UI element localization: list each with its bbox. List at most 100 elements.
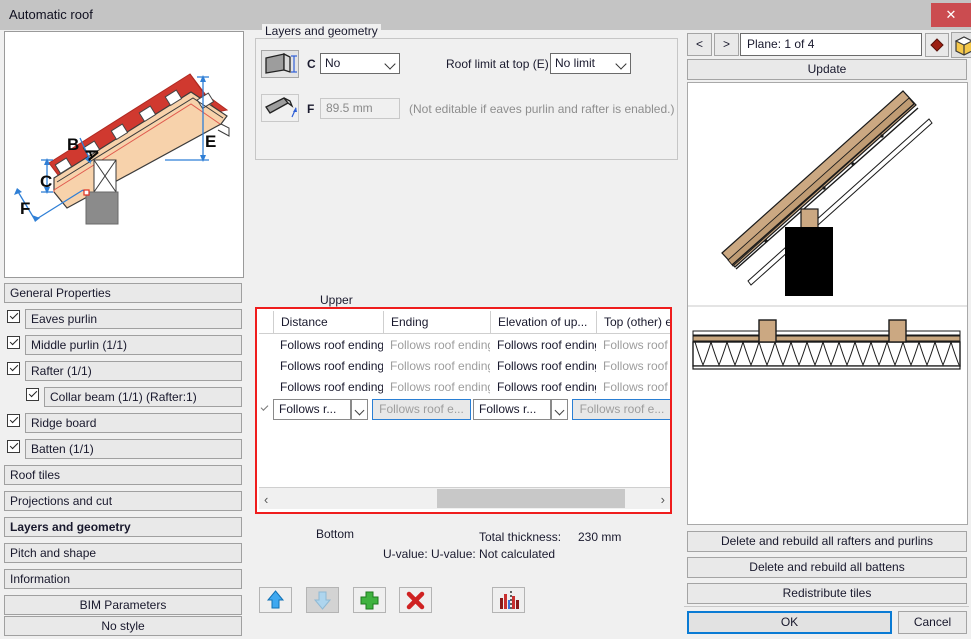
sidebar-item-eaves-purlin[interactable]: Eaves purlin <box>25 309 242 329</box>
checkbox-middle-purlin[interactable] <box>7 336 20 349</box>
sidebar-item-middle-purlin[interactable]: Middle purlin (1/1) <box>25 335 242 355</box>
delete-rebuild-battens-button[interactable]: Delete and rebuild all battens <box>687 557 967 578</box>
layer-thickness-glyph <box>262 51 298 77</box>
checkbox-collar-beam[interactable] <box>26 388 39 401</box>
sidebar-item-batten[interactable]: Batten (1/1) <box>25 439 242 459</box>
checkbox-ridge-board[interactable] <box>7 414 20 427</box>
layer-offset-icon[interactable] <box>261 94 299 122</box>
left-panel: B C E F A General Properties Eaves purli… <box>3 31 247 636</box>
bim-parameters-button[interactable]: BIM Parameters <box>4 595 242 615</box>
svg-text:E: E <box>205 132 216 151</box>
sidebar-item-label: Layers and geometry <box>10 520 131 534</box>
window-titlebar: Automatic roof ✕ <box>0 0 971 30</box>
cell-elevation: Follows roof ending <box>490 335 596 356</box>
delete-rebuild-rafters-button[interactable]: Delete and rebuild all rafters and purli… <box>687 531 967 552</box>
cell-ending: Follows roof ending <box>383 377 490 398</box>
layer-f-hint: (Not editable if eaves purlin and rafter… <box>409 102 674 116</box>
sidebar-item-information[interactable]: Information <box>4 569 242 589</box>
cell-elevation: Follows roof ending <box>490 377 596 398</box>
column-header-elevation[interactable]: Elevation of up... <box>490 311 596 333</box>
layer-thickness-icon[interactable] <box>261 50 299 78</box>
checkbox-batten[interactable] <box>7 440 20 453</box>
edit-distance-dropdown[interactable] <box>351 399 368 420</box>
move-down-button <box>306 587 339 613</box>
cancel-button[interactable]: Cancel <box>898 611 967 634</box>
layers-table-highlight: Distance Ending Elevation of up... Top (… <box>255 307 672 514</box>
scroll-left-icon[interactable]: ‹ <box>264 492 268 507</box>
row-select-check-icon[interactable] <box>261 404 271 414</box>
roof-section-preview: B C E F A <box>4 31 244 278</box>
sidebar-item-projections-and-cut[interactable]: Projections and cut <box>4 491 242 511</box>
edit-ending-button[interactable]: Follows roof e... <box>372 399 471 420</box>
plus-icon <box>354 588 385 612</box>
previous-plane-button[interactable]: < <box>687 33 712 56</box>
move-up-button[interactable] <box>259 587 292 613</box>
sidebar-item-label: General Properties <box>10 286 111 300</box>
layer-c-value: No <box>325 56 340 70</box>
chart-button[interactable] <box>492 587 525 613</box>
ok-button[interactable]: OK <box>687 611 892 634</box>
scroll-right-icon[interactable]: › <box>661 492 665 507</box>
footer-divider <box>684 606 969 607</box>
next-plane-button[interactable]: > <box>714 33 739 56</box>
edit-distance-combo[interactable]: Follows r... <box>273 399 351 420</box>
column-header-distance[interactable]: Distance <box>273 311 383 333</box>
cross-icon <box>400 588 431 612</box>
layer-c-letter: C <box>307 57 316 71</box>
roof-limit-select[interactable]: No limit <box>550 53 631 74</box>
no-style-button[interactable]: No style <box>4 616 242 636</box>
bar-chart-icon <box>493 588 524 612</box>
u-value-text: U-value: U-value: Not calculated <box>383 547 555 561</box>
cell-distance: Follows roof ending <box>273 356 383 377</box>
right-panel: < > Plane: 1 of 4 Update <box>684 31 969 636</box>
cell-top-other: Follows roof ending <box>596 377 670 398</box>
material-button[interactable] <box>925 33 949 57</box>
sidebar-item-general-properties[interactable]: General Properties <box>4 283 242 303</box>
delete-layer-button[interactable] <box>399 587 432 613</box>
edit-elevation-combo[interactable]: Follows r... <box>473 399 551 420</box>
table-header-row: Distance Ending Elevation of up... Top (… <box>259 311 670 334</box>
no-style-label: No style <box>101 619 144 633</box>
sidebar-item-layers-and-geometry[interactable]: Layers and geometry <box>4 517 242 537</box>
cell-elevation: Follows roof ending <box>490 356 596 377</box>
column-header-ending[interactable]: Ending <box>383 311 490 333</box>
sidebar-item-collar-beam[interactable]: Collar beam (1/1) (Rafter:1) <box>44 387 242 407</box>
table-horizontal-scrollbar[interactable]: ‹ › <box>259 487 670 509</box>
update-button[interactable]: Update <box>687 59 967 80</box>
window-title: Automatic roof <box>9 7 93 22</box>
roof-section-drawing: B C E F A <box>5 32 241 275</box>
svg-text:B: B <box>67 135 79 154</box>
bottom-label: Bottom <box>316 527 354 541</box>
total-thickness-value: 230 mm <box>578 530 621 544</box>
checkbox-rafter[interactable] <box>7 362 20 375</box>
scrollbar-thumb[interactable] <box>437 489 625 508</box>
sidebar-item-pitch-and-shape[interactable]: Pitch and shape <box>4 543 242 563</box>
edit-top-other-button[interactable]: Follows roof e... <box>572 399 670 420</box>
layer-offset-glyph <box>262 95 298 121</box>
sidebar-item-label: Ridge board <box>31 416 96 430</box>
roof-limit-label: Roof limit at top (E) <box>446 57 549 71</box>
add-layer-button[interactable] <box>353 587 386 613</box>
sidebar-item-ridge-board[interactable]: Ridge board <box>25 413 242 433</box>
cell-distance: Follows roof ending <box>273 377 383 398</box>
sidebar-item-label: Rafter (1/1) <box>31 364 92 378</box>
close-icon[interactable]: ✕ <box>931 3 971 27</box>
sidebar-item-label: Projections and cut <box>10 494 112 508</box>
plane-preview-drawing <box>688 83 967 524</box>
edit-elevation-dropdown[interactable] <box>551 399 568 420</box>
layers-table: Distance Ending Elevation of up... Top (… <box>259 311 670 510</box>
sidebar-item-label: Batten (1/1) <box>31 442 94 456</box>
sidebar-item-rafter[interactable]: Rafter (1/1) <box>25 361 242 381</box>
checkbox-eaves-purlin[interactable] <box>7 310 20 323</box>
plane-indicator[interactable]: Plane: 1 of 4 <box>740 33 922 56</box>
layer-c-select[interactable]: No <box>320 53 400 74</box>
redistribute-tiles-button[interactable]: Redistribute tiles <box>687 583 967 604</box>
upper-label: Upper <box>320 293 353 307</box>
column-header-top-other[interactable]: Top (other) end... <box>596 311 670 333</box>
layer-f-value-field: 89.5 mm <box>320 98 400 119</box>
sidebar-item-label: Roof tiles <box>10 468 60 482</box>
layer-f-letter: F <box>307 102 314 116</box>
sidebar-item-roof-tiles[interactable]: Roof tiles <box>4 465 242 485</box>
view-3d-button[interactable] <box>951 32 971 58</box>
cell-top-other: Follows roof ending <box>596 335 670 356</box>
